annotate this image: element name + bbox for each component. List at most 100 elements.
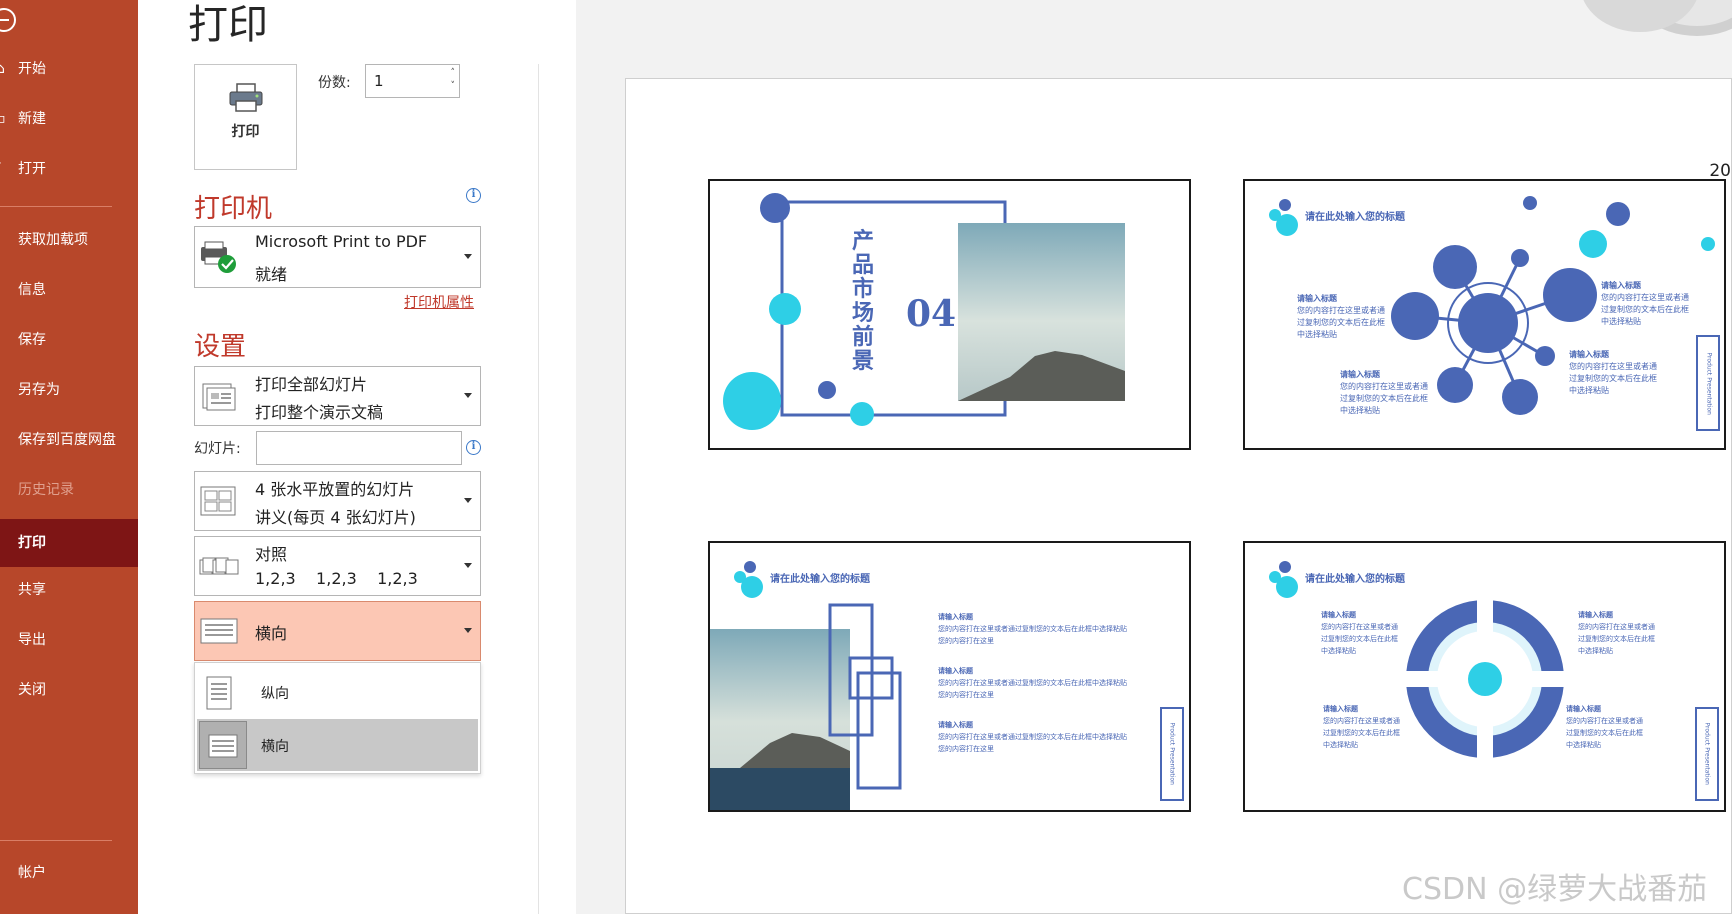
option-label: 纵向 — [261, 686, 289, 702]
print-range-dropdown[interactable]: 打印全部幻灯片 打印整个演示文稿 — [194, 366, 481, 426]
slide-2-text-block-3: 请输入标题 您的内容打在这里或者通 过复制您的文本后在此框 中选择粘贴 — [1601, 281, 1689, 326]
printer-properties-link[interactable]: 打印机属性 — [404, 292, 474, 312]
nav-item-label: 打印 — [18, 535, 46, 551]
slide-3-side-tag: Product Presentation — [1168, 722, 1176, 785]
nav-item-info[interactable]: 信息 — [0, 269, 138, 311]
nav-item-share[interactable]: 共享 — [0, 569, 138, 611]
printer-icon — [229, 83, 263, 112]
slides-range-icon — [202, 383, 236, 411]
nav-divider — [0, 206, 112, 207]
chevron-down-icon — [464, 563, 472, 568]
info-icon[interactable]: i — [466, 188, 481, 203]
spin-buttons[interactable]: ˄ ˅ — [451, 67, 456, 93]
orientation-selected: 横向 — [255, 624, 288, 643]
printer-dropdown[interactable]: Microsoft Print to PDF 就绪 — [194, 226, 481, 288]
option-label: 横向 — [261, 739, 289, 755]
collate-dropdown[interactable]: 对照 1,2,3 1,2,3 1,2,3 — [194, 536, 481, 596]
nav-item-close[interactable]: 关闭 — [0, 669, 138, 711]
nav-item-history: 历史记录 — [0, 469, 138, 511]
chevron-down-icon — [464, 628, 472, 633]
printer-status: 就绪 — [255, 265, 288, 284]
slide-thumbnail-3: 请在此处输入您的标题 请输入标题 您的内容打在这里或者通过复制您的文本后在此框中选… — [708, 541, 1191, 812]
portrait-page-icon — [206, 676, 232, 710]
collate-line2: 1,2,3 1,2,3 1,2,3 — [255, 569, 418, 588]
print-range-line2: 打印整个演示文稿 — [255, 403, 384, 422]
print-button[interactable]: 打印 — [194, 64, 297, 170]
slides-input[interactable] — [256, 431, 462, 465]
nav-divider — [0, 840, 112, 841]
header-year: 20 — [1709, 161, 1731, 181]
slide-thumbnail-2: 请在此处输入您的标题 请输入标题 您的内容打在这里或者通 过复制您的文本后在此框 中选… — [1243, 179, 1726, 450]
print-button-label: 打印 — [231, 124, 260, 140]
nav-item-save-as[interactable]: 另存为 — [0, 369, 138, 411]
collate-icon — [199, 557, 239, 575]
slides-label: 幻灯片: — [194, 441, 241, 457]
slide-3-title: 请在此处输入您的标题 — [770, 574, 870, 585]
slide-3-text-block-2: 请输入标题 您的内容打在这里或者通过复制您的文本后在此框中选择粘贴 您的内容打在这里 — [938, 667, 1127, 699]
orientation-menu: 纵向 横向 — [194, 662, 481, 774]
settings-heading: 设置 — [194, 332, 247, 362]
nav-item-open[interactable]: ⁄打开 — [0, 148, 138, 190]
column-divider — [538, 64, 539, 914]
chevron-down-icon — [464, 498, 472, 503]
chevron-down-icon — [464, 254, 472, 259]
copies-label: 份数: — [318, 75, 351, 91]
slide-4-text-block-3: 请输入标题 您的内容打在这里或者通 过复制您的文本后在此框 中选择粘贴 — [1323, 705, 1400, 749]
handout-layout-icon — [200, 486, 236, 516]
nav-item-label: 打开 — [18, 161, 46, 177]
printer-name: Microsoft Print to PDF — [255, 232, 428, 251]
copies-value: 1 — [374, 72, 384, 90]
slide-2-title: 请在此处输入您的标题 — [1305, 212, 1405, 223]
slide-1-vertical-title: 产品市场前景 — [852, 228, 875, 374]
back-arrow-icon[interactable] — [0, 8, 16, 32]
nav-item-save[interactable]: 保存 — [0, 319, 138, 361]
nav-item-label: 新建 — [18, 111, 46, 127]
nav-item-label: 关闭 — [18, 682, 46, 698]
print-range-line1: 打印全部幻灯片 — [255, 375, 368, 394]
nav-item-account[interactable]: 帐户 — [0, 852, 138, 894]
layout-line2: 讲义(每页 4 张幻灯片) — [255, 508, 416, 527]
nav-item-label: 保存到百度网盘 — [18, 432, 116, 448]
preview-page: 20 产品市场前景 04 请在此处输入您的标题 请输入标题 您的内容打在这里或者… — [625, 78, 1732, 914]
collate-line1: 对照 — [255, 545, 288, 564]
slide-2-text-block-1: 请输入标题 您的内容打在这里或者通 过复制您的文本后在此框 中选择粘贴 — [1297, 294, 1385, 339]
nav-item-new[interactable]: ▫ 新建 — [0, 98, 138, 140]
nav-item-label: 获取加载项 — [18, 232, 88, 248]
slide-thumbnail-1: 产品市场前景 04 — [708, 179, 1191, 450]
chevron-down-icon — [464, 393, 472, 398]
printer-heading: 打印机 — [194, 194, 273, 224]
spin-up-icon[interactable]: ˄ — [451, 67, 456, 80]
info-icon[interactable]: i — [466, 440, 481, 455]
orientation-option-portrait[interactable]: 纵向 — [197, 666, 478, 718]
slide-3-text-block-1: 请输入标题 您的内容打在这里或者通过复制您的文本后在此框中选择粘贴 您的内容打在这里 — [938, 613, 1127, 645]
nav-item-addins[interactable]: 获取加载项 — [0, 219, 138, 261]
orientation-option-landscape[interactable]: 横向 — [197, 719, 478, 771]
slide-4-text-block-4: 请输入标题 您的内容打在这里或者通 过复制您的文本后在此框 中选择粘贴 — [1566, 705, 1643, 749]
spin-down-icon[interactable]: ˅ — [451, 80, 456, 93]
new-doc-icon: ▫ — [0, 111, 6, 127]
orientation-dropdown[interactable]: 横向 — [194, 601, 481, 661]
copies-stepper[interactable]: 1 ˄ ˅ — [365, 64, 460, 98]
slide-thumbnail-4: 请在此处输入您的标题 请输入标题 您的内容打在这里或者通 过复制您的文本后在此框 中选… — [1243, 541, 1726, 812]
backstage-nav: ⌂ 开始 ▫ 新建 ⁄打开 获取加载项 信息 保存 另存为 保存到百度网盘 历史记录… — [0, 0, 138, 914]
home-icon: ⌂ — [0, 61, 5, 77]
nav-item-label: 历史记录 — [18, 482, 74, 498]
slide-2-side-tag: Product Presentation — [1705, 352, 1713, 415]
nav-item-export[interactable]: 导出 — [0, 619, 138, 661]
slide-4-side-tag: Product Presentation — [1703, 722, 1711, 785]
printer-status-icon — [201, 241, 236, 273]
nav-item-label: 共享 — [18, 582, 46, 598]
nav-item-home[interactable]: ⌂ 开始 — [0, 48, 138, 90]
layout-line1: 4 张水平放置的幻灯片 — [255, 480, 415, 499]
nav-item-label: 另存为 — [18, 382, 60, 398]
nav-item-label: 导出 — [18, 632, 46, 648]
page-title: 打印 — [188, 2, 268, 48]
layout-dropdown[interactable]: 4 张水平放置的幻灯片 讲义(每页 4 张幻灯片) — [194, 471, 481, 531]
nav-item-print[interactable]: 打印 — [0, 519, 138, 567]
watermark: CSDN @绿萝大战番茄 — [1402, 872, 1708, 907]
slide-2-text-block-4: 请输入标题 您的内容打在这里或者通 过复制您的文本后在此框 中选择粘贴 — [1569, 350, 1657, 395]
slide-4-text-block-1: 请输入标题 您的内容打在这里或者通 过复制您的文本后在此框 中选择粘贴 — [1321, 611, 1398, 655]
nav-item-save-baidu[interactable]: 保存到百度网盘 — [0, 419, 138, 461]
slide-4-text-block-2: 请输入标题 您的内容打在这里或者通 过复制您的文本后在此框 中选择粘贴 — [1578, 611, 1655, 655]
nav-item-label: 保存 — [18, 332, 46, 348]
